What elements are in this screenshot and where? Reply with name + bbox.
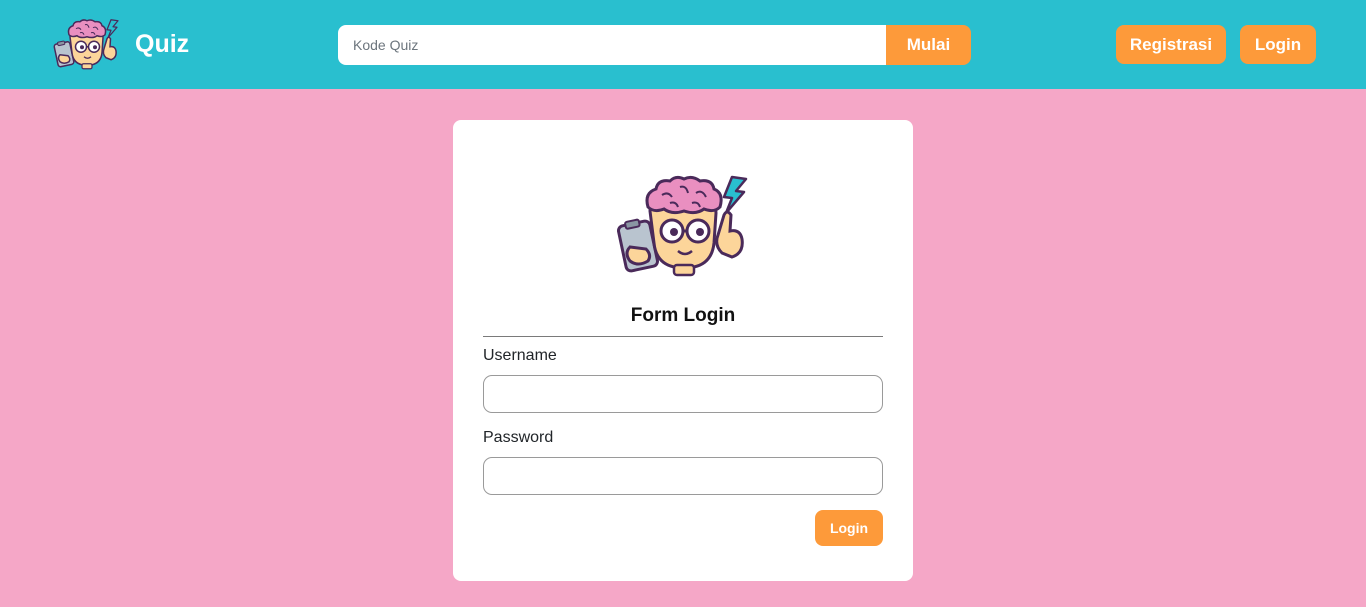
title-divider — [483, 336, 883, 337]
password-label: Password — [483, 429, 554, 446]
login-submit-button[interactable]: Login — [815, 510, 883, 546]
quiz-code-form: Mulai — [338, 25, 971, 65]
username-label: Username — [483, 347, 557, 364]
password-input[interactable] — [483, 457, 883, 495]
login-card: Form Login Username Password Login — [453, 120, 913, 581]
form-title: Form Login — [630, 305, 736, 326]
brain-mascot-icon — [53, 19, 119, 70]
username-input[interactable] — [483, 375, 883, 413]
register-button[interactable]: Registrasi — [1116, 25, 1226, 64]
brain-mascot-icon — [616, 175, 748, 277]
nav-login-button[interactable]: Login — [1240, 25, 1316, 64]
navbar: Quiz Mulai Registrasi Login — [0, 0, 1366, 89]
brand[interactable]: Quiz — [52, 16, 189, 72]
brand-name[interactable]: Quiz — [135, 30, 189, 59]
quiz-code-input[interactable] — [338, 25, 886, 65]
start-quiz-button[interactable]: Mulai — [886, 25, 971, 65]
